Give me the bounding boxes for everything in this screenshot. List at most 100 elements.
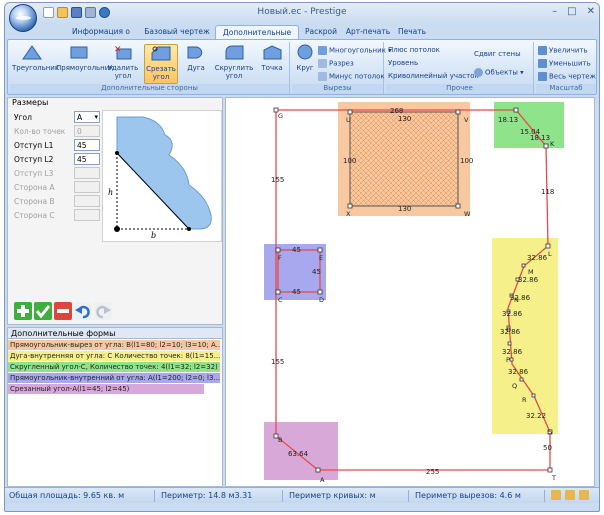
offset-l2-field: Отступ L2 45 bbox=[14, 153, 100, 166]
plus-ceiling-button[interactable]: Плюс потолок bbox=[388, 46, 440, 54]
list-item[interactable]: Прямоугольник-вырез от угла: B(l1=80; l2… bbox=[8, 340, 220, 350]
redo-button[interactable] bbox=[94, 302, 112, 320]
circle-button[interactable]: Круг bbox=[294, 44, 316, 72]
offset-l2-input[interactable]: 45 bbox=[74, 153, 100, 165]
layout-icon[interactable] bbox=[551, 490, 561, 500]
dim-inner-bottom: 45 bbox=[292, 288, 301, 296]
zoom-out-button[interactable]: Уменьшить bbox=[538, 59, 591, 68]
ceiling-drawing: 268 130 130 100 100 155 155 118 45 45 45… bbox=[264, 102, 564, 484]
dim-cut: 63.64 bbox=[288, 450, 309, 458]
round-corner-button[interactable]: Скруглить угол bbox=[214, 44, 254, 80]
undo-icon bbox=[75, 305, 90, 319]
level-button[interactable]: Уровень bbox=[388, 59, 418, 67]
group-scale: Увеличить Уменьшить Весь чертеж Масштаб bbox=[536, 42, 596, 94]
minus-ceiling-button[interactable]: Минус потолок bbox=[318, 72, 385, 81]
dim-arc-2: 32.86 bbox=[518, 276, 539, 284]
points-count-input[interactable]: 0 bbox=[74, 125, 100, 137]
drawing-canvas[interactable]: 268 130 130 100 100 155 155 118 45 45 45… bbox=[225, 97, 595, 487]
tab-cutting[interactable]: Раскрой bbox=[301, 25, 341, 39]
dim-rect-top: 130 bbox=[398, 115, 411, 123]
status-bar: Общая площадь: 9.65 кв. м Периметр: 14.8… bbox=[5, 487, 599, 503]
point-u: U bbox=[346, 116, 351, 124]
ribbon: Треугольник Прямоугольник ✕ Удалить угол… bbox=[7, 39, 597, 95]
polygon-button[interactable]: Многоугольник ▾ bbox=[318, 46, 392, 55]
list-item[interactable]: Скругленный угол-C, Количество точек: 4(… bbox=[8, 362, 220, 372]
delete-corner-label: Удалить угол bbox=[107, 64, 139, 80]
offset-l1-input[interactable]: 45 bbox=[74, 139, 100, 151]
zoom-out-label: Уменьшить bbox=[549, 59, 591, 68]
wall-shift-button[interactable]: Сдвиг стены bbox=[474, 50, 521, 58]
tab-base-drawing[interactable]: Базовый чертеж bbox=[142, 25, 212, 39]
minimize-button[interactable]: – bbox=[552, 6, 557, 17]
tab-print[interactable]: Печать bbox=[395, 25, 429, 39]
zoom-in-icon bbox=[538, 46, 547, 55]
tab-art-print[interactable]: Арт-печать bbox=[345, 25, 391, 39]
list-item[interactable]: Прямоугольник-внутренний от угла: A(l1=2… bbox=[8, 373, 220, 383]
corner-select[interactable]: A ▾ bbox=[74, 111, 100, 123]
dim-inner-right: 45 bbox=[312, 268, 321, 276]
point-f: F bbox=[278, 254, 282, 262]
corner-value: A bbox=[77, 113, 83, 122]
point-button[interactable]: Точка bbox=[258, 44, 286, 72]
point-c: C bbox=[278, 296, 283, 304]
status-area: Общая площадь: 9.65 кв. м bbox=[5, 490, 155, 502]
point-n: N bbox=[514, 296, 519, 304]
arc-label: Дуга bbox=[187, 64, 205, 72]
dim-inner-top: 45 bbox=[292, 246, 301, 254]
fit-drawing-button[interactable]: Весь чертеж bbox=[538, 72, 596, 81]
remove-button[interactable] bbox=[54, 302, 72, 320]
fit-drawing-icon bbox=[538, 72, 547, 81]
side-b-input[interactable] bbox=[74, 195, 100, 207]
slit-button[interactable]: Разрез bbox=[318, 59, 354, 68]
settings-icon[interactable] bbox=[579, 490, 589, 500]
minus-ceiling-icon bbox=[318, 72, 327, 81]
maximize-button[interactable]: □ bbox=[567, 6, 576, 17]
dim-corner-a: 18.13 bbox=[498, 116, 518, 124]
arc-button[interactable]: Дуга bbox=[182, 44, 210, 72]
points-count-label: Кол-во точек bbox=[14, 127, 66, 136]
polygon-label: Многоугольник bbox=[329, 46, 386, 55]
plus-icon bbox=[17, 305, 29, 317]
zoom-in-button[interactable]: Увеличить bbox=[538, 46, 588, 55]
wall-shift-label: Сдвиг стены bbox=[474, 50, 521, 58]
triangle-button[interactable]: Треугольник bbox=[12, 44, 59, 72]
rect-cutout[interactable] bbox=[349, 111, 459, 207]
point-x: X bbox=[346, 210, 351, 218]
rectangle-button[interactable]: Прямоугольник bbox=[56, 44, 114, 72]
apply-button[interactable] bbox=[34, 302, 52, 320]
point-q: Q bbox=[512, 382, 517, 390]
close-button[interactable]: ✕ bbox=[587, 6, 595, 17]
side-c-input[interactable] bbox=[74, 209, 100, 221]
cut-corner-button[interactable]: Срезать угол bbox=[144, 44, 178, 84]
zoom-out-icon bbox=[538, 59, 547, 68]
group-additional-sides: Треугольник Прямоугольник ✕ Удалить угол… bbox=[10, 42, 290, 94]
objects-button[interactable]: Объекты ▾ bbox=[474, 68, 524, 77]
offset-l3-input[interactable] bbox=[74, 167, 100, 179]
group-caption-sides: Дополнительные стороны bbox=[10, 84, 289, 94]
add-button[interactable] bbox=[14, 302, 32, 320]
point-d: D bbox=[319, 296, 324, 304]
circle-icon bbox=[297, 44, 313, 60]
dim-arc-4: 32.86 bbox=[502, 310, 523, 318]
corner-label: Угол bbox=[14, 113, 32, 122]
triangle-label: Треугольник bbox=[12, 64, 60, 72]
list-item[interactable]: Срезанный угол-A(l1=45; l2=45) bbox=[8, 384, 204, 394]
grid-icon[interactable] bbox=[565, 490, 575, 500]
point-p: P bbox=[506, 356, 510, 364]
side-a-input[interactable] bbox=[74, 181, 100, 193]
tab-order-info[interactable]: Информация о заказе bbox=[63, 25, 139, 50]
rectangle-label: Прямоугольник bbox=[56, 64, 114, 72]
check-icon bbox=[35, 305, 51, 319]
side-b-label: Сторона B bbox=[14, 197, 55, 206]
delete-corner-button[interactable]: ✕ Удалить угол bbox=[106, 44, 140, 80]
application-menu-button[interactable] bbox=[9, 4, 37, 32]
list-item[interactable]: Дуга-внутренняя от угла: C Количество то… bbox=[8, 351, 220, 361]
curve-button[interactable]: Криволинейный участок bbox=[388, 72, 479, 80]
arc-icon bbox=[187, 46, 203, 59]
undo-button[interactable] bbox=[74, 302, 92, 320]
dim-rect-left: 100 bbox=[343, 157, 356, 165]
cut-corner-label: Срезать угол bbox=[146, 65, 176, 81]
point-r: R bbox=[522, 396, 527, 404]
tab-extra-forms[interactable]: Дополнительные формы bbox=[215, 25, 299, 51]
point-o: O bbox=[506, 326, 511, 334]
